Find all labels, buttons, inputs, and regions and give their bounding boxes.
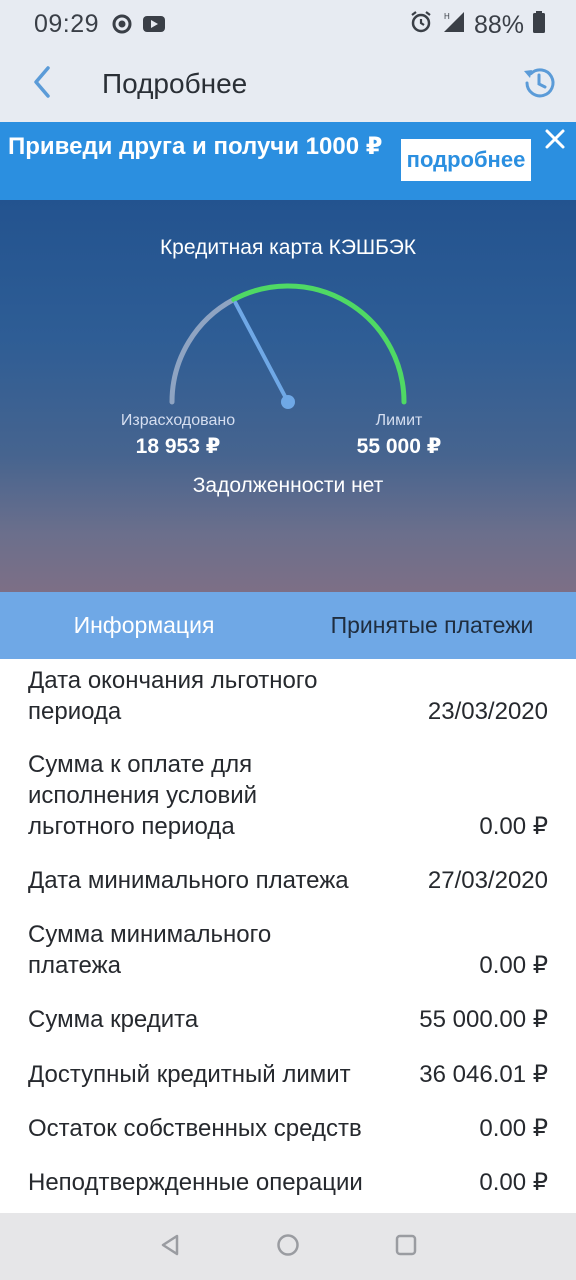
alarm-icon xyxy=(410,10,432,41)
recents-square-icon xyxy=(394,1233,418,1262)
info-label: Сумма к оплате для исполнения условий ль… xyxy=(28,751,258,840)
nav-back-button[interactable] xyxy=(154,1231,186,1263)
back-arrow-icon xyxy=(31,65,53,104)
history-button[interactable] xyxy=(514,60,564,110)
back-triangle-icon xyxy=(158,1233,182,1262)
info-label: Неподтвержденные операции xyxy=(28,1169,363,1196)
tab-information[interactable]: Информация xyxy=(0,592,288,659)
promo-details-button[interactable]: подробнее xyxy=(401,139,531,181)
status-time: 09:29 xyxy=(34,10,100,38)
info-value: 55 000.00 ₽ xyxy=(419,1006,548,1033)
gauge-spent-arc xyxy=(169,296,237,405)
battery-icon xyxy=(532,10,546,41)
info-value: 23/03/2020 xyxy=(427,698,548,725)
page-title: Подробнее xyxy=(102,68,248,99)
signal-icon: H xyxy=(440,10,466,41)
info-label: Остаток собственных средств xyxy=(28,1115,362,1142)
tab-bar: Информация Принятые платежи xyxy=(0,592,576,659)
card-name: Кредитная карта КЭШБЭК xyxy=(159,236,417,259)
tab-accepted-payments[interactable]: Принятые платежи xyxy=(288,592,576,659)
info-label: Доступный кредитный лимит xyxy=(28,1061,351,1088)
info-value: 0.00 ₽ xyxy=(479,813,548,840)
limit-label: Лимит xyxy=(375,412,423,429)
promo-close-button[interactable] xyxy=(538,124,572,158)
info-label: Сумма минимального платежа xyxy=(28,921,272,979)
svg-text:H: H xyxy=(444,12,450,21)
info-row: Неподтвержденные операции 0.00 ₽ xyxy=(28,1167,548,1198)
info-label: Дата окончания льготного периода xyxy=(28,667,318,725)
info-value: 0.00 ₽ xyxy=(479,1115,548,1142)
gauge-needle xyxy=(233,301,290,404)
home-circle-icon xyxy=(276,1233,300,1262)
nav-recents-button[interactable] xyxy=(390,1231,422,1263)
info-row: Сумма к оплате для исполнения условий ль… xyxy=(28,749,548,842)
nav-home-button[interactable] xyxy=(272,1231,304,1263)
gauge-needle-hub xyxy=(281,395,295,409)
back-button[interactable] xyxy=(20,62,64,106)
battery-percent: 88% xyxy=(473,11,524,39)
limit-gauge xyxy=(169,283,407,409)
info-value: 27/03/2020 xyxy=(427,867,548,894)
info-label: Сумма кредита xyxy=(28,1006,199,1033)
info-value: 0.00 ₽ xyxy=(479,1169,548,1196)
history-icon xyxy=(520,64,558,107)
info-row: Остаток собственных средств 0.00 ₽ xyxy=(28,1113,548,1144)
app-bar: Подробнее xyxy=(0,50,576,122)
status-right: H 88% xyxy=(410,10,546,41)
info-value: 36 046.01 ₽ xyxy=(419,1061,548,1088)
limit-value: 55 000 ₽ xyxy=(356,435,442,458)
info-row: Сумма минимального платежа 0.00 ₽ xyxy=(28,919,548,981)
info-label: Дата минимального платежа xyxy=(28,867,349,894)
spent-label: Израсходовано xyxy=(120,412,236,429)
status-notification-icons xyxy=(112,13,166,40)
youtube-icon xyxy=(142,13,166,40)
card-summary: Кредитная карта КЭШБЭК Израсходовано 18 … xyxy=(0,200,576,592)
info-row: Дата окончания льготного периода 23/03/2… xyxy=(28,665,548,727)
spent-value: 18 953 ₽ xyxy=(135,435,221,458)
info-row: Сумма кредита 55 000.00 ₽ xyxy=(28,1004,548,1035)
system-nav-bar xyxy=(0,1213,576,1280)
info-row: Дата минимального платежа 27/03/2020 xyxy=(28,865,548,896)
promo-banner: Приведи друга и получи 1000 ₽ подробнее xyxy=(0,122,576,200)
status-bar: 09:29 H 88% xyxy=(0,0,576,50)
info-row: Доступный кредитный лимит 36 046.01 ₽ xyxy=(28,1059,548,1090)
debt-status: Задолженности нет xyxy=(192,474,384,497)
close-icon xyxy=(544,128,566,155)
info-value: 0.00 ₽ xyxy=(479,952,548,979)
promo-text: Приведи друга и получи 1000 ₽ xyxy=(8,133,383,160)
record-icon xyxy=(112,13,132,40)
